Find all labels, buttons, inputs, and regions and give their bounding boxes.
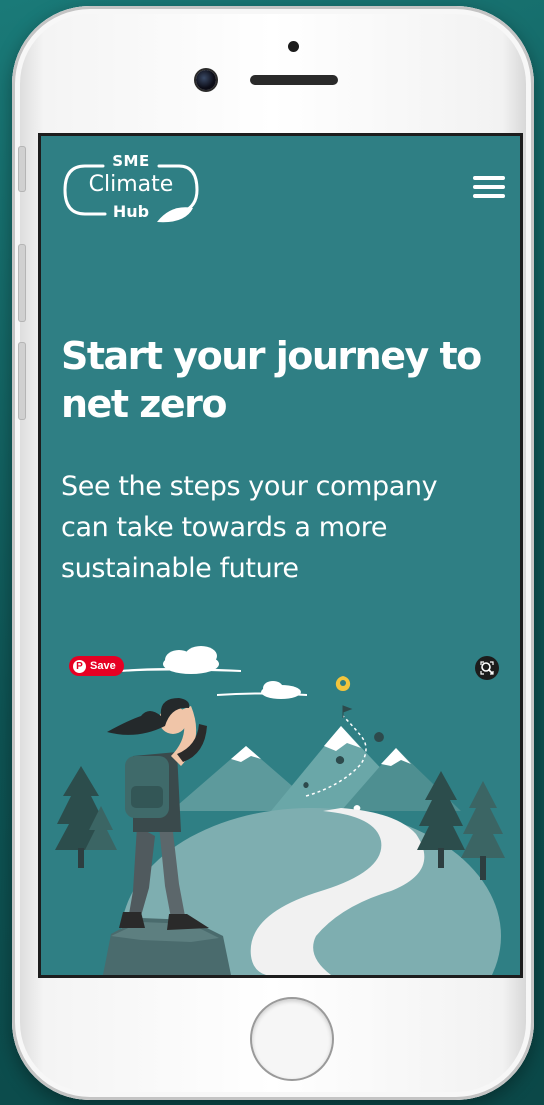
home-button[interactable] xyxy=(250,997,334,1081)
headline-line-1: Start your journey to xyxy=(61,334,482,378)
volume-up-button xyxy=(18,244,26,322)
mountains-illustration xyxy=(171,726,461,811)
save-label: Save xyxy=(90,660,116,672)
logo-text-climate: Climate xyxy=(88,172,174,197)
subhead-line-1: See the steps your company xyxy=(61,471,438,502)
pinterest-save-button[interactable]: P Save xyxy=(69,656,124,676)
page-title: Start your journey to net zero xyxy=(61,332,501,428)
earpiece-speaker xyxy=(250,75,338,85)
visual-search-icon[interactable] xyxy=(475,656,499,680)
sme-climate-hub-logo[interactable]: SME Climate Hub xyxy=(61,152,201,228)
page-subtitle: See the steps your company can take towar… xyxy=(61,466,501,589)
subhead-line-2: can take towards a more xyxy=(61,512,388,543)
proximity-sensor xyxy=(288,41,299,52)
volume-down-button xyxy=(18,342,26,420)
mute-switch xyxy=(18,146,26,192)
pinterest-icon: P xyxy=(73,659,86,673)
headline-line-2: net zero xyxy=(61,382,227,426)
cloud-illustration xyxy=(121,646,307,699)
hamburger-menu-icon[interactable] xyxy=(473,174,505,200)
logo-text-hub: Hub xyxy=(112,202,150,221)
tree-illustration xyxy=(55,766,117,868)
front-camera xyxy=(196,70,216,90)
hero-illustration xyxy=(55,646,505,975)
phone-screen: SME Climate Hub Start your journey to net… xyxy=(41,136,520,975)
subhead-line-3: sustainable future xyxy=(61,553,299,584)
logo-text-sme: SME xyxy=(112,152,150,170)
